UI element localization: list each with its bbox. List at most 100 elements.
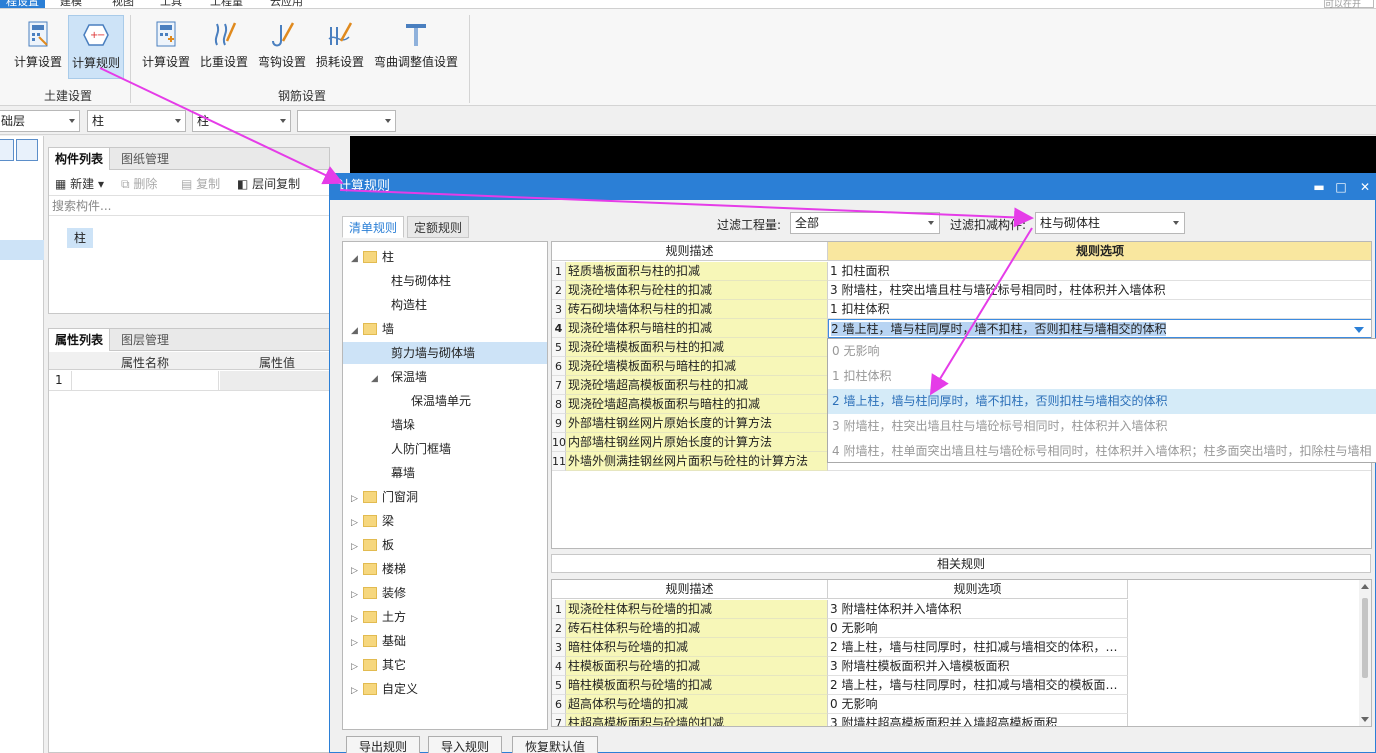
filter-quantity-select[interactable]: 全部	[790, 212, 940, 234]
tab-property-list[interactable]: 属性列表	[49, 329, 111, 351]
tujian-calc-settings-button[interactable]: 计算设置	[10, 15, 66, 79]
related-option-cell[interactable]: 2 墙上柱，墙与柱同厚时，柱扣减与墙相交的模板面…	[828, 676, 1128, 695]
expand-arrow-icon[interactable]: ▷	[351, 608, 363, 630]
related-scrollbar[interactable]	[1359, 580, 1371, 726]
tree-node[interactable]: ▷ 自定义	[351, 678, 418, 700]
gangjin-calc-settings-button[interactable]: 计算设置	[138, 15, 194, 79]
collapse-arrow-icon[interactable]: ◢	[351, 320, 363, 342]
related-rule-row[interactable]: 1 现浇砼柱体积与砼墙的扣减 3 附墙柱体积并入墙体积	[552, 600, 1128, 619]
hook-settings-button[interactable]: 弯钩设置	[254, 15, 310, 79]
loss-settings-button[interactable]: 损耗设置	[312, 15, 368, 79]
tree-node[interactable]: 构造柱	[371, 294, 427, 316]
tree-node[interactable]: ▷ 装修	[351, 582, 406, 604]
related-rule-row[interactable]: 4 柱模板面积与砼墙的扣减 3 附墙柱模板面积并入墙模板面积	[552, 657, 1128, 676]
menu-tab-modeling[interactable]: 建模	[60, 0, 82, 8]
expand-arrow-icon[interactable]: ▷	[351, 584, 363, 606]
dropdown-option[interactable]: 3 附墙柱，柱突出墙且柱与墙砼标号相同时，柱体积并入墙体积	[828, 414, 1376, 439]
rule-row[interactable]: 2 现浇砼墙体积与砼柱的扣减 3 附墙柱，柱突出墙且柱与墙砼标号相同时，柱体积并入墙…	[552, 281, 1371, 300]
rule-option-cell[interactable]: 3 附墙柱，柱突出墙且柱与墙砼标号相同时，柱体积并入墙体积	[828, 281, 1371, 300]
dropdown-arrow-icon[interactable]	[1354, 327, 1364, 333]
export-rules-button[interactable]: 导出规则	[346, 736, 421, 753]
scroll-up-icon[interactable]	[1361, 584, 1369, 589]
rule-option-cell[interactable]: 1 扣柱面积	[828, 262, 1371, 281]
expand-arrow-icon[interactable]: ▷	[351, 632, 363, 654]
tab-layer-management[interactable]: 图层管理	[115, 329, 175, 351]
tree-node[interactable]: ◢ 保温墙	[371, 366, 427, 388]
property-name-cell[interactable]	[71, 371, 219, 390]
component-type-select[interactable]: 柱	[87, 110, 186, 132]
tab-drawing-management[interactable]: 图纸管理	[115, 148, 175, 170]
related-option-cell[interactable]: 0 无影响	[828, 695, 1128, 714]
expand-arrow-icon[interactable]: ▷	[351, 536, 363, 558]
related-rule-row[interactable]: 3 暗柱体积与砼墙的扣减 2 墙上柱，墙与柱同厚时，柱扣减与墙相交的体积，…	[552, 638, 1128, 657]
component-subtype-select[interactable]: 柱	[192, 110, 291, 132]
tab-quota-rules[interactable]: 定额规则	[407, 216, 470, 238]
minimize-icon[interactable]: ▬	[1309, 174, 1329, 200]
related-rule-row[interactable]: 7 柱超高模板面积与砼墙的扣减 3 附墙柱超高模板面积并入墙超高模板面积	[552, 714, 1128, 726]
filter-component-select[interactable]: 柱与砌体柱	[1035, 212, 1185, 234]
rule-row[interactable]: 1 轻质墙板面积与柱的扣减 1 扣柱面积	[552, 262, 1371, 281]
tree-node[interactable]: ◢ 柱	[351, 246, 394, 268]
rule-row[interactable]: 4 现浇砼墙体积与暗柱的扣减 2 墙上柱，墙与柱同厚时，墙不扣柱，否则扣柱与墙相交的…	[552, 319, 1371, 338]
menu-tab-quantity[interactable]: 工程量	[210, 0, 243, 8]
tree-node[interactable]: ◢ 墙	[351, 318, 394, 340]
property-value-cell[interactable]	[220, 371, 329, 390]
expand-arrow-icon[interactable]: ▷	[351, 560, 363, 582]
weight-settings-button[interactable]: 比重设置	[196, 15, 252, 79]
list-view-icon[interactable]	[0, 139, 14, 161]
tree-node[interactable]: 保温墙单元	[391, 390, 471, 412]
tree-node[interactable]: 人防门框墙	[371, 438, 451, 460]
close-icon[interactable]: ✕	[1355, 174, 1375, 200]
grid-view-icon[interactable]	[16, 139, 38, 161]
scroll-down-icon[interactable]	[1361, 717, 1369, 722]
nav-selected-item[interactable]	[0, 240, 44, 260]
component-list-item[interactable]: 柱	[67, 228, 93, 248]
expand-arrow-icon[interactable]: ▷	[351, 512, 363, 534]
component-name-select[interactable]	[297, 110, 396, 132]
expand-arrow-icon[interactable]: ▷	[351, 680, 363, 702]
dropdown-option[interactable]: 1 扣柱体积	[828, 364, 1376, 389]
help-search-input[interactable]: 可以在开	[1324, 0, 1374, 8]
copy-component-button[interactable]: ▤ 复制	[181, 175, 220, 192]
bend-adjust-settings-button[interactable]: 弯曲调整值设置	[372, 15, 460, 79]
tab-bill-rules[interactable]: 清单规则	[342, 216, 405, 238]
related-option-cell[interactable]: 3 附墙柱体积并入墙体积	[828, 600, 1128, 619]
related-option-cell[interactable]: 0 无影响	[828, 619, 1128, 638]
related-rule-row[interactable]: 6 超高体积与砼墙的扣减 0 无影响	[552, 695, 1128, 714]
rule-row[interactable]: 3 砖石砌块墙体积与柱的扣减 1 扣柱体积	[552, 300, 1371, 319]
menu-tab-view[interactable]: 视图	[112, 0, 134, 8]
collapse-arrow-icon[interactable]: ◢	[371, 368, 383, 390]
expand-arrow-icon[interactable]: ▷	[351, 488, 363, 510]
related-rule-row[interactable]: 5 暗柱模板面积与砼墙的扣减 2 墙上柱，墙与柱同厚时，柱扣减与墙相交的模板面…	[552, 676, 1128, 695]
related-option-cell[interactable]: 3 附墙柱超高模板面积并入墙超高模板面积	[828, 714, 1128, 726]
related-option-cell[interactable]: 2 墙上柱，墙与柱同厚时，柱扣减与墙相交的体积，…	[828, 638, 1128, 657]
import-rules-button[interactable]: 导入规则	[428, 736, 503, 753]
tree-node[interactable]: ▷ 楼梯	[351, 558, 406, 580]
tree-node[interactable]: 幕墙	[371, 462, 415, 484]
dropdown-option[interactable]: 2 墙上柱，墙与柱同厚时，墙不扣柱，否则扣柱与墙相交的体积	[828, 389, 1376, 414]
menu-tab-tools[interactable]: 工具	[160, 0, 182, 8]
maximize-icon[interactable]: □	[1331, 174, 1351, 200]
expand-arrow-icon[interactable]: ▷	[351, 656, 363, 678]
tree-node[interactable]: 墙垛	[371, 414, 415, 436]
tree-node[interactable]: 柱与砌体柱	[371, 270, 451, 292]
delete-component-button[interactable]: ⧉ 删除	[121, 175, 157, 192]
menu-tab-settings[interactable]: 程设置	[0, 0, 45, 8]
floor-copy-button[interactable]: ◧ 层间复制	[237, 175, 300, 192]
dropdown-option[interactable]: 0 无影响	[828, 339, 1376, 364]
new-component-button[interactable]: ▦ 新建 ▾	[55, 175, 104, 192]
rule-option-cell[interactable]: 1 扣柱体积	[828, 300, 1371, 319]
component-search-input[interactable]: 搜索构件...	[49, 196, 329, 216]
related-option-cell[interactable]: 3 附墙柱模板面积并入墙模板面积	[828, 657, 1128, 676]
rule-option-editor[interactable]: 2 墙上柱，墙与柱同厚时，墙不扣柱，否则扣柱与墙相交的体积	[828, 319, 1371, 338]
tree-node[interactable]: ▷ 土方	[351, 606, 406, 628]
tree-node[interactable]: ▷ 其它	[351, 654, 406, 676]
restore-defaults-button[interactable]: 恢复默认值	[512, 736, 599, 753]
tree-node[interactable]: ▷ 门窗洞	[351, 486, 418, 508]
drawing-canvas[interactable]	[350, 136, 1376, 173]
tree-node[interactable]: ▷ 梁	[351, 510, 394, 532]
tree-node[interactable]: ▷ 板	[351, 534, 394, 556]
related-rule-row[interactable]: 2 砖石柱体积与砼墙的扣减 0 无影响	[552, 619, 1128, 638]
tree-node[interactable]: ▷ 基础	[351, 630, 406, 652]
floor-select[interactable]: 础层	[0, 110, 80, 132]
